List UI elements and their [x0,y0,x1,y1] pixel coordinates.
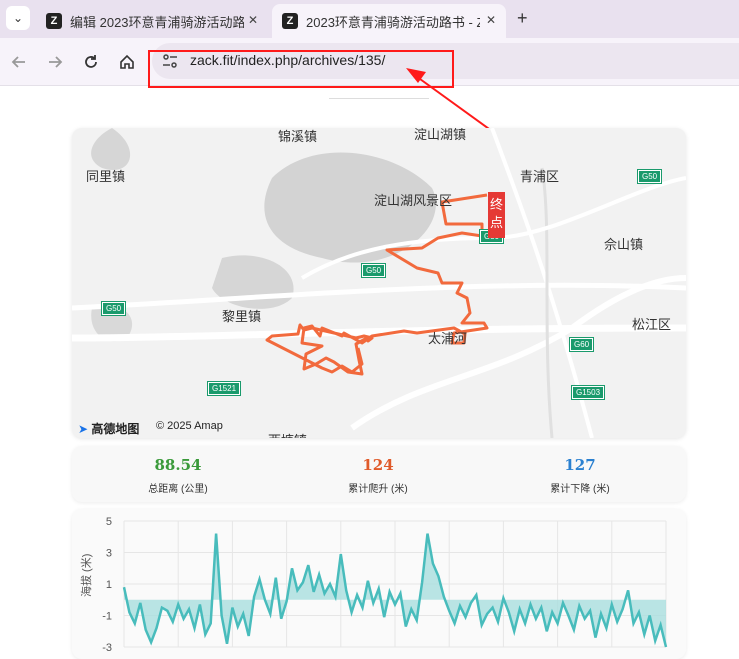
amap-logo: ➤ 高德地图 [78,420,139,437]
divider [329,98,429,99]
y-tick-label: 1 [106,579,112,591]
highway-badge: G1521 [206,381,242,396]
map-label: 佘山镇 [604,237,644,252]
stat-value: 127 [564,456,596,474]
stat-label: 总距离 (公里) [148,484,208,495]
arrow-right-icon[interactable] [46,53,64,71]
new-tab-button[interactable]: + [517,8,528,29]
y-axis-label: 海拔 (米) [81,553,93,597]
road-line [540,167,554,438]
highway-badge: G50 [100,301,127,316]
close-icon[interactable]: ✕ [248,13,258,27]
map-label: 淀山湖镇 [414,128,467,142]
map-label: 青浦区 [520,169,560,184]
tab-title: 编辑 2023环意青浦骑游活动路书 [70,14,244,30]
lake-shape [91,128,131,170]
map-label: 淀山湖风景区 [374,193,453,208]
map-copyright: © 2025 Amap [156,420,223,432]
route-stats: 88.54 总距离 (公里) 124 累计爬升 (米) 127 累计下降 (米) [72,446,686,502]
elevation-chart[interactable]: 5 3 1 -1 -3 海拔 (米) [72,509,686,659]
site-favicon-icon: Z [46,13,62,29]
stat-descent: 127 累计下降 (米) [510,456,650,495]
reload-icon[interactable] [82,53,100,71]
stat-label: 累计下降 (米) [550,484,610,495]
highway-badge: G1503 [570,385,606,400]
end-marker[interactable]: 终点 [488,192,505,238]
chevron-down-icon: ⌄ [12,11,24,25]
map-label: 锦溪镇 [278,129,318,144]
site-favicon-icon: Z [282,13,298,29]
stat-value: 88.54 [154,456,202,474]
highway-badge: G60 [568,337,595,352]
tab-route-book[interactable]: Z 2023环意青浦骑游活动路书 - Za ✕ [272,4,506,38]
arrow-left-icon[interactable] [10,53,28,71]
y-tick-label: -3 [102,642,112,654]
road-line [72,324,686,342]
highway-badge: G50 [360,263,387,278]
close-icon[interactable]: ✕ [486,13,496,27]
amap-logo-text: 高德地图 [91,422,140,436]
stat-label: 累计爬升 (米) [348,484,408,495]
map-label: 同里镇 [86,169,126,184]
tab-strip: ⌄ Z 编辑 2023环意青浦骑游活动路书 ✕ Z 2023环意青浦骑游活动路书… [0,0,739,38]
stat-distance: 88.54 总距离 (公里) [108,456,248,495]
amap-arrow-icon: ➤ [78,422,89,436]
tab-search-button[interactable]: ⌄ [6,6,30,30]
elevation-chart-svg[interactable]: 5 3 1 -1 -3 [72,509,686,659]
end-marker-char: 点 [489,215,503,230]
map-label: 西塘镇 [268,430,307,438]
stat-value: 124 [362,456,394,474]
map-label: 太浦河 [428,331,468,346]
tab-edit-post[interactable]: Z 编辑 2023环意青浦骑游活动路书 ✕ [36,4,268,38]
y-tick-label: -1 [102,611,112,623]
end-marker-char: 终 [489,197,503,212]
y-tick-label: 5 [106,516,112,528]
home-icon[interactable] [118,53,136,71]
road-line [72,282,686,311]
map-label: 黎里镇 [222,309,262,324]
annotation-highlight-box [148,50,454,88]
road-line [350,275,686,431]
y-tick-label: 3 [106,548,112,560]
tab-title: 2023环意青浦骑游活动路书 - Za [306,14,480,30]
route-map[interactable]: 锦溪镇 淀山湖镇 同里镇 青浦区 淀山湖风景区 佘山镇 黎里镇 松江区 太浦河 … [72,128,686,438]
map-label: 松江区 [632,317,672,332]
highway-badge: G50 [636,169,663,184]
stat-ascent: 124 累计爬升 (米) [308,456,448,495]
